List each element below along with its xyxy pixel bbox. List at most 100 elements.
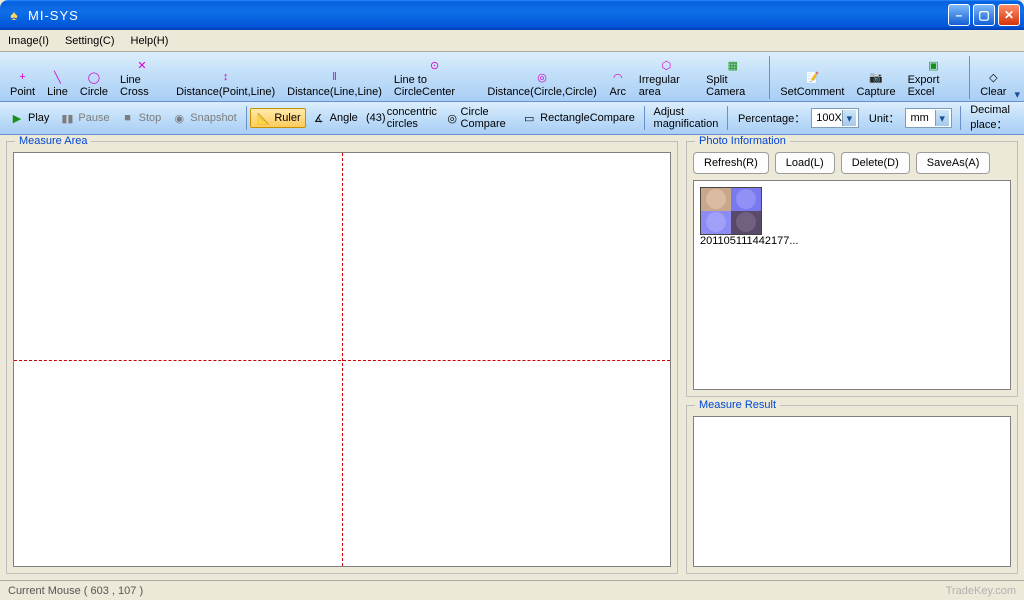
crosshair-horizontal: [14, 360, 670, 361]
toolbar-separator: [969, 56, 970, 99]
tool-irregular-area[interactable]: ⬡Irregular area: [633, 54, 700, 101]
comment-icon: 📝: [803, 68, 821, 86]
close-button[interactable]: ✕: [998, 4, 1020, 26]
tool-split-camera[interactable]: ▦Split Camera: [700, 54, 765, 101]
toolbar-separator: [246, 106, 247, 130]
tool-export-excel[interactable]: ▣Export Excel: [902, 54, 966, 101]
maximize-button[interactable]: ▢: [973, 4, 995, 26]
chevron-down-icon: ▾: [842, 110, 856, 126]
adjust-magnification-button[interactable]: Adjust magnification: [649, 104, 724, 132]
measure-result-box: [693, 416, 1011, 567]
right-column: Photo Information Refresh(R) Load(L) Del…: [686, 141, 1018, 574]
snapshot-button[interactable]: ◉Snapshot: [166, 108, 241, 128]
toolbar-separator: [727, 106, 728, 130]
dist-cc-icon: ◎: [533, 68, 551, 86]
title-bar: ♠ MI-SYS – ▢ ✕: [0, 0, 1024, 30]
arc-icon: ◠: [609, 68, 627, 86]
stop-icon: ■: [120, 110, 136, 126]
dist-ll-icon: ‖: [326, 68, 344, 86]
line-icon: ╲: [48, 68, 66, 86]
measure-canvas[interactable]: [13, 152, 671, 567]
tool-dist-circle-circle[interactable]: ◎Distance(Circle,Circle): [481, 66, 602, 101]
thumbnail-label: 201105111442177...: [700, 235, 798, 247]
thumbnail-image: [700, 187, 762, 235]
chevron-down-icon: ▾: [935, 110, 949, 126]
menu-help[interactable]: Help(H): [131, 35, 169, 47]
photo-information-panel: Photo Information Refresh(R) Load(L) Del…: [686, 141, 1018, 397]
tool-arc[interactable]: ◠Arc: [603, 66, 633, 101]
splitcamera-icon: ▦: [724, 56, 742, 74]
menu-image[interactable]: Image(I): [8, 35, 49, 47]
measure-result-legend: Measure Result: [695, 399, 780, 411]
unit-value: mm: [910, 112, 934, 124]
unit-select[interactable]: mm ▾: [905, 108, 951, 128]
toolbar-separator: [960, 106, 961, 130]
dist-pl-icon: ↕: [217, 68, 235, 86]
photo-info-legend: Photo Information: [695, 135, 790, 147]
pause-icon: ▮▮: [59, 110, 75, 126]
tool-line[interactable]: ╲Line: [41, 66, 74, 101]
refresh-button[interactable]: Refresh(R): [693, 152, 769, 174]
stop-button[interactable]: ■Stop: [115, 108, 167, 128]
point-icon: +: [14, 68, 32, 86]
thumbnail-area: 201105111442177...: [693, 180, 1011, 390]
unit-label: Unit：: [869, 110, 900, 126]
tool-line-to-circlecenter[interactable]: ⊙Line to CircleCenter: [388, 54, 481, 101]
capture-icon: 📷: [867, 68, 885, 86]
percentage-select[interactable]: 100X ▾: [811, 108, 859, 128]
tool-point[interactable]: +Point: [4, 66, 41, 101]
measure-result-panel: Measure Result: [686, 405, 1018, 574]
measure-area-legend: Measure Area: [15, 135, 91, 147]
circlecompare-icon: ◎: [447, 110, 458, 126]
minimize-button[interactable]: –: [948, 4, 970, 26]
percentage-value: 100X: [816, 112, 842, 124]
delete-button[interactable]: Delete(D): [841, 152, 910, 174]
toolbar-separator: [769, 56, 770, 99]
menu-bar: Image(I) Setting(C) Help(H): [0, 30, 1024, 52]
main-area: Measure Area Photo Information Refresh(R…: [0, 135, 1024, 580]
menu-setting[interactable]: Setting(C): [65, 35, 115, 47]
thumbnail-item[interactable]: 201105111442177...: [700, 187, 762, 247]
pause-button[interactable]: ▮▮Pause: [54, 108, 114, 128]
chevron-down-icon[interactable]: ▾: [1014, 88, 1020, 101]
rectangle-compare-button[interactable]: ▭RectangleCompare: [516, 108, 640, 128]
toolbar-secondary: ▶Play ▮▮Pause ■Stop ◉Snapshot 📐Ruler ∡An…: [0, 102, 1024, 135]
line-cc-icon: ⊙: [426, 56, 444, 74]
app-icon: ♠: [6, 7, 22, 23]
thumbnail-svg-icon: [701, 188, 761, 234]
tool-dist-point-line[interactable]: ↕Distance(Point,Line): [170, 66, 281, 101]
play-button[interactable]: ▶Play: [4, 108, 54, 128]
ruler-button[interactable]: 📐Ruler: [250, 108, 305, 128]
circle-icon: ◯: [85, 68, 103, 86]
window-buttons: – ▢ ✕: [948, 4, 1020, 26]
status-bar: Current Mouse ( 603 , 107 ) TradeKey.com: [0, 580, 1024, 600]
linecross-icon: ✕: [133, 56, 151, 74]
rectcompare-icon: ▭: [521, 110, 537, 126]
tool-setcomment[interactable]: 📝SetComment: [774, 66, 850, 101]
snapshot-icon: ◉: [171, 110, 187, 126]
tool-dist-line-line[interactable]: ‖Distance(Line,Line): [281, 66, 388, 101]
measure-area-panel: Measure Area: [6, 141, 678, 574]
tool-clear[interactable]: ◇Clear: [974, 66, 1012, 101]
tool-linecross[interactable]: ✕Line Cross: [114, 54, 170, 101]
excel-icon: ▣: [924, 56, 942, 74]
ruler-icon: 📐: [255, 110, 271, 126]
photo-info-toolbar: Refresh(R) Load(L) Delete(D) SaveAs(A): [693, 152, 1011, 174]
saveas-button[interactable]: SaveAs(A): [916, 152, 991, 174]
load-button[interactable]: Load(L): [775, 152, 835, 174]
watermark-text: TradeKey.com: [946, 585, 1016, 597]
circle-compare-button[interactable]: ◎Circle Compare: [442, 104, 516, 132]
concentric-button[interactable]: (43)concentric circles: [363, 104, 442, 132]
concentric-icon: (43): [368, 110, 384, 126]
angle-button[interactable]: ∡Angle: [306, 108, 363, 128]
angle-icon: ∡: [311, 110, 327, 126]
window-title: MI-SYS: [28, 8, 948, 23]
status-mouse-position: Current Mouse ( 603 , 107 ): [8, 585, 143, 597]
toolbar-main: +Point ╲Line ◯Circle ✕Line Cross ↕Distan…: [0, 52, 1024, 102]
play-icon: ▶: [9, 110, 25, 126]
tool-capture[interactable]: 📷Capture: [850, 66, 901, 101]
toolbar-separator: [644, 106, 645, 130]
tool-circle[interactable]: ◯Circle: [74, 66, 114, 101]
decimal-place-label: Decimal place：: [970, 104, 1018, 132]
eraser-icon: ◇: [984, 68, 1002, 86]
